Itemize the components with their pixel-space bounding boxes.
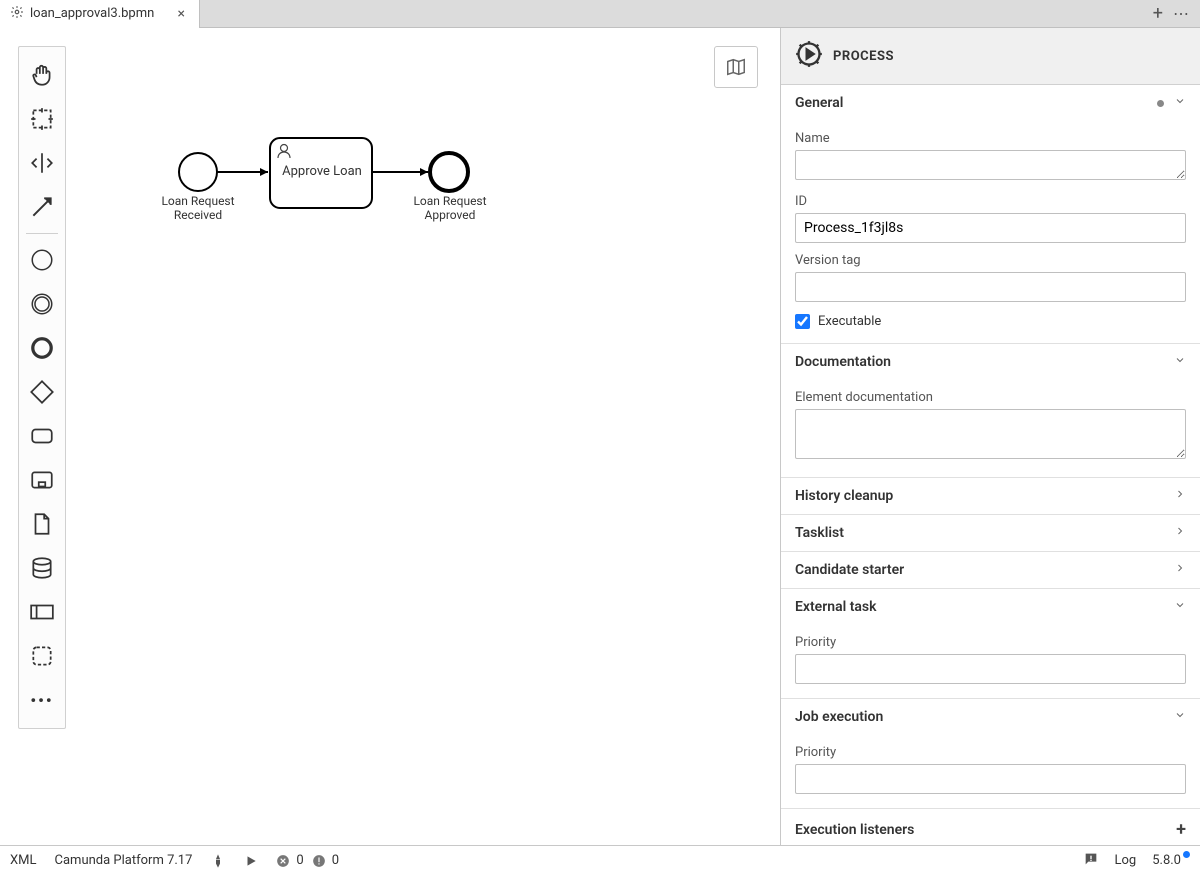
section-execution-listeners: Execution listeners + [781,809,1200,845]
chevron-down-icon [1174,599,1186,615]
element-doc-label: Element documentation [795,390,1186,405]
add-icon[interactable]: + [1176,819,1186,840]
canvas[interactable]: ••• [0,28,780,845]
panel-title: Process [833,49,894,64]
name-label: Name [795,131,1186,146]
update-dot-icon [1183,851,1190,858]
task-label: Approve Loan [282,164,362,179]
errors-indicator[interactable]: 0 [276,853,303,868]
warnings-indicator[interactable]: 0 [312,853,339,868]
connect-tool-icon[interactable] [24,188,60,226]
gear-icon [10,5,24,23]
start-event-icon[interactable] [24,241,60,279]
section-external-task-header[interactable]: External task [781,589,1200,625]
chevron-right-icon [1174,562,1186,578]
feedback-icon[interactable] [1083,851,1099,871]
bpmn-diagram[interactable]: Loan Request Received Approve Loan Loan … [170,124,550,274]
version-label[interactable]: 5.8.0 [1152,853,1190,868]
version-tag-input[interactable] [795,272,1186,302]
section-documentation: Documentation Element documentation [781,344,1200,478]
section-tasklist: Tasklist [781,515,1200,552]
id-label: ID [795,194,1186,209]
name-input[interactable] [795,150,1186,180]
chevron-right-icon [1174,525,1186,541]
section-history-cleanup-header[interactable]: History cleanup [781,478,1200,514]
data-store-icon[interactable] [24,549,60,587]
ext-priority-label: Priority [795,635,1186,650]
section-general: General Name ID Version tag Executable [781,85,1200,344]
run-button[interactable] [244,854,258,868]
log-button[interactable]: Log [1115,853,1137,868]
section-title: History cleanup [795,488,893,504]
section-title: Execution listeners [795,822,914,838]
process-icon [795,40,823,72]
participant-icon[interactable] [24,593,60,631]
tab-bar: loan_approval3.bpmn × + ⋯ [0,0,1200,28]
element-doc-input[interactable] [795,409,1186,459]
section-title: Job execution [795,709,883,725]
version-tag-label: Version tag [795,253,1186,268]
xml-toggle[interactable]: XML [10,853,37,868]
status-bar: XML Camunda Platform 7.17 0 0 Log 5.8.0 [0,845,1200,875]
section-title: General [795,95,843,111]
section-candidate-starter: Candidate starter [781,552,1200,589]
tab-file[interactable]: loan_approval3.bpmn × [0,0,200,28]
gateway-icon[interactable] [24,373,60,411]
section-job-execution: Job execution Priority [781,699,1200,809]
section-external-task: External task Priority [781,589,1200,699]
section-title: Tasklist [795,525,844,541]
platform-label[interactable]: Camunda Platform 7.17 [55,853,193,868]
section-title: Candidate starter [795,562,904,578]
end-event-label: Loan Request Approved [412,194,488,222]
hand-tool-icon[interactable] [24,56,60,94]
lasso-tool-icon[interactable] [24,100,60,138]
more-tools-icon[interactable]: ••• [24,681,60,719]
executable-label: Executable [818,314,881,329]
chevron-down-icon [1174,709,1186,725]
section-general-header[interactable]: General [781,85,1200,121]
close-icon[interactable]: × [174,6,189,22]
chevron-right-icon [1174,488,1186,504]
start-event-label: Loan Request Received [160,194,236,222]
section-candidate-starter-header[interactable]: Candidate starter [781,552,1200,588]
errors-count: 0 [296,853,303,868]
section-history-cleanup: History cleanup [781,478,1200,515]
subprocess-icon[interactable] [24,461,60,499]
more-icon[interactable]: ⋯ [1173,4,1190,23]
chevron-down-icon [1174,354,1186,370]
job-priority-label: Priority [795,745,1186,760]
deploy-button[interactable] [210,853,226,869]
panel-header: Process [781,28,1200,85]
group-icon[interactable] [24,637,60,675]
section-tasklist-header[interactable]: Tasklist [781,515,1200,551]
executable-checkbox[interactable] [795,314,810,329]
chevron-down-icon [1174,95,1186,111]
intermediate-event-icon[interactable] [24,285,60,323]
minimap-toggle[interactable] [714,46,758,88]
tool-palette: ••• [18,46,66,729]
section-title: External task [795,599,877,615]
modified-dot-icon [1157,100,1164,107]
space-tool-icon[interactable] [24,144,60,182]
section-execution-listeners-header[interactable]: Execution listeners + [781,809,1200,845]
job-priority-input[interactable] [795,764,1186,794]
id-input[interactable] [795,213,1186,243]
end-event-icon[interactable] [24,329,60,367]
data-object-icon[interactable] [24,505,60,543]
section-documentation-header[interactable]: Documentation [781,344,1200,380]
properties-panel: Process General Name ID Version tag [780,28,1200,845]
tab-filename: loan_approval3.bpmn [30,6,154,21]
section-job-execution-header[interactable]: Job execution [781,699,1200,735]
warnings-count: 0 [332,853,339,868]
ext-priority-input[interactable] [795,654,1186,684]
section-title: Documentation [795,354,891,370]
new-tab-icon[interactable]: + [1153,3,1163,24]
task-icon[interactable] [24,417,60,455]
